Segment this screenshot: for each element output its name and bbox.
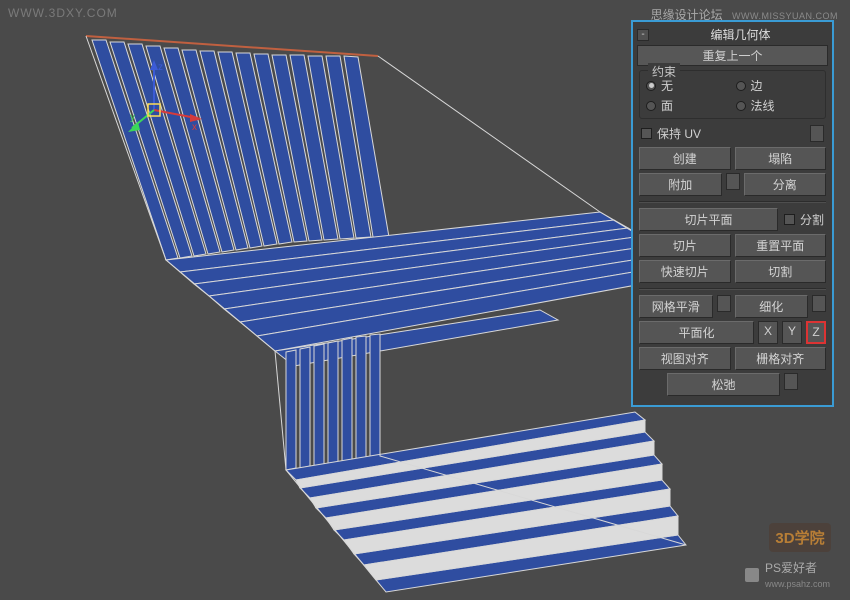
- slice-plane-button[interactable]: 切片平面: [639, 208, 778, 231]
- axis-gizmo[interactable]: z x y: [128, 60, 208, 140]
- tessellate-settings[interactable]: [812, 295, 826, 312]
- axis-z-label: z: [158, 62, 163, 73]
- relax-settings[interactable]: [784, 373, 798, 390]
- panel-minimize[interactable]: -: [637, 29, 649, 41]
- constraint-edge[interactable]: 边: [736, 77, 820, 94]
- attach-settings[interactable]: [726, 173, 740, 190]
- preserve-uv-settings[interactable]: [810, 125, 824, 142]
- slice-button[interactable]: 切片: [639, 234, 731, 257]
- reset-plane-button[interactable]: 重置平面: [735, 234, 827, 257]
- planar-y[interactable]: Y: [782, 321, 802, 344]
- planar-z[interactable]: Z: [806, 321, 826, 344]
- wm-br-main: PS爱好者: [765, 561, 817, 575]
- split-check[interactable]: 分割: [782, 208, 826, 231]
- make-planar-button[interactable]: 平面化: [639, 321, 754, 344]
- collapse-button[interactable]: 塌陷: [735, 147, 827, 170]
- cut-button[interactable]: 切割: [735, 260, 827, 283]
- detach-button[interactable]: 分离: [744, 173, 827, 196]
- axis-x-label: x: [192, 122, 197, 133]
- watermark-top-left: WWW.3DXY.COM: [8, 6, 118, 20]
- attach-button[interactable]: 附加: [639, 173, 722, 196]
- constraint-normal[interactable]: 法线: [736, 97, 820, 114]
- constraints-title: 约束: [648, 63, 680, 80]
- watermark-bottom-right: PS爱好者 www.psahz.com: [745, 559, 830, 590]
- msmooth-button[interactable]: 网格平滑: [639, 295, 713, 318]
- planar-x[interactable]: X: [758, 321, 778, 344]
- edit-geometry-panel: - 编辑几何体 重复上一个 约束 无 边 面 法线 保持 UV 创建 塌陷 附加…: [631, 20, 834, 407]
- panel-title: 编辑几何体: [653, 26, 828, 43]
- constraints-group: 约束 无 边 面 法线: [639, 70, 826, 119]
- preserve-uv-check[interactable]: 保持 UV: [637, 123, 828, 144]
- ps-icon: [745, 568, 759, 582]
- wm-br-sub: www.psahz.com: [765, 579, 830, 589]
- relax-button[interactable]: 松弛: [667, 373, 779, 396]
- quickslice-button[interactable]: 快速切片: [639, 260, 731, 283]
- axis-y-label: y: [130, 112, 135, 123]
- create-button[interactable]: 创建: [639, 147, 731, 170]
- constraint-face[interactable]: 面: [646, 97, 730, 114]
- grid-align-button[interactable]: 栅格对齐: [735, 347, 827, 370]
- view-align-button[interactable]: 视图对齐: [639, 347, 731, 370]
- logo-3d: 3D学院: [768, 510, 832, 564]
- tessellate-button[interactable]: 细化: [735, 295, 809, 318]
- msmooth-settings[interactable]: [717, 295, 731, 312]
